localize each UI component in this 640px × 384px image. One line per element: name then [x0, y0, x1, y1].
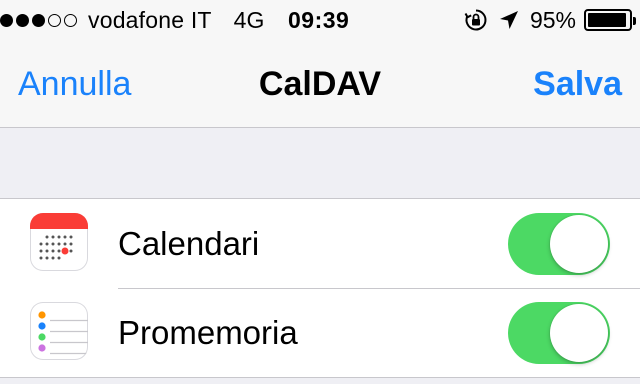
rotation-lock-icon: [464, 8, 488, 32]
toggle-knob: [550, 304, 608, 362]
network-type: 4G: [233, 6, 265, 33]
signal-strength-icon: [0, 13, 80, 27]
battery-icon: [584, 9, 636, 31]
reminders-toggle[interactable]: [508, 302, 610, 364]
status-right: 95%: [464, 0, 636, 40]
settings-row-reminders[interactable]: Promemoria: [0, 288, 640, 377]
reminders-app-icon: [30, 302, 88, 360]
status-time: 09:39: [288, 7, 350, 33]
status-left: vodafone IT 4G: [0, 0, 264, 40]
calendar-app-icon: [30, 213, 88, 271]
toggle-knob: [550, 215, 608, 273]
settings-row-calendars[interactable]: Calendari: [0, 199, 640, 288]
settings-row-label: Promemoria: [118, 314, 298, 351]
settings-group: Calendari Promemoria: [0, 198, 640, 378]
navigation-bar: Annulla CalDAV Salva: [0, 40, 640, 128]
calendars-toggle[interactable]: [508, 213, 610, 275]
settings-row-label: Calendari: [118, 225, 260, 262]
location-arrow-icon: [498, 9, 520, 31]
save-button[interactable]: Salva: [533, 40, 622, 128]
carrier-name: vodafone IT: [88, 6, 212, 33]
battery-percentage: 95%: [529, 6, 576, 33]
status-bar: vodafone IT 4G 09:39 95%: [0, 0, 640, 40]
battery-fill: [588, 13, 626, 27]
